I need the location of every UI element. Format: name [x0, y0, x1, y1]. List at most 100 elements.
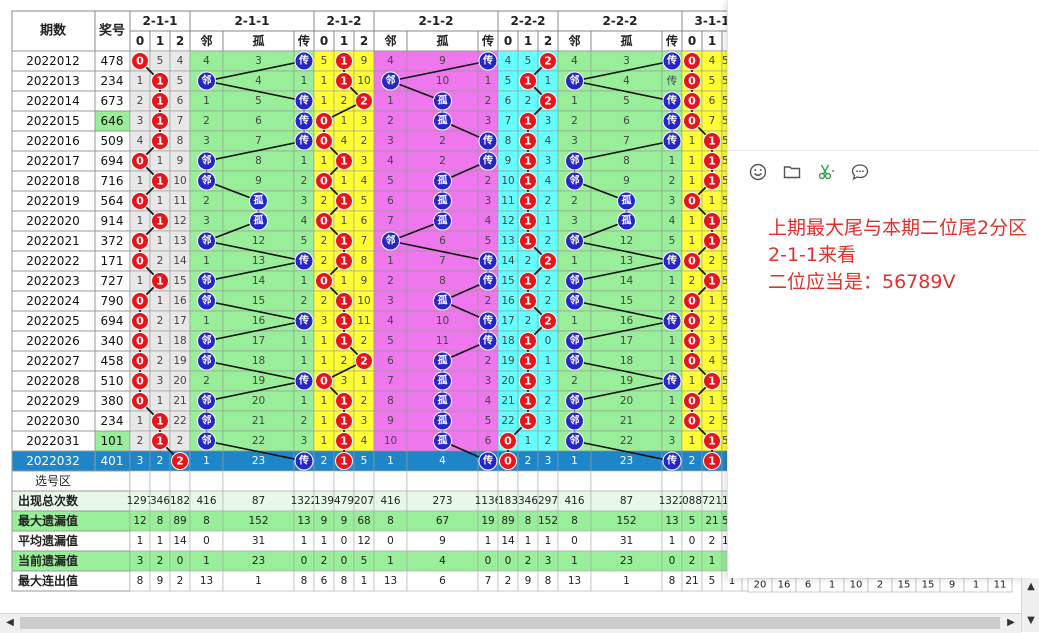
miss-value: 1	[545, 355, 552, 367]
stat-value: 87	[620, 495, 633, 507]
select-cell[interactable]	[333, 470, 355, 492]
select-cell[interactable]	[681, 470, 703, 492]
miss-value: 2	[709, 255, 716, 267]
miss-value: 3	[203, 215, 210, 227]
select-cell[interactable]	[497, 470, 519, 492]
red-ball-text: 0	[320, 115, 328, 128]
red-ball-text: 1	[524, 155, 532, 168]
select-cell[interactable]	[590, 470, 663, 492]
miss-value: 8	[505, 135, 512, 147]
miss-value: 1	[321, 75, 328, 87]
select-cell[interactable]	[129, 470, 151, 492]
miss-value: 1	[157, 235, 164, 247]
issue-header-text: 期数	[40, 23, 67, 39]
red-ball-text: 1	[156, 115, 164, 128]
miss-value: 7	[623, 135, 630, 147]
select-cell[interactable]	[222, 470, 295, 492]
prize-text: 458	[101, 354, 124, 368]
horizontal-scrollbar[interactable]: ◀ ▶	[0, 613, 1021, 633]
select-cell[interactable]	[293, 470, 315, 492]
select-cell[interactable]	[169, 470, 191, 492]
stat-value: 9	[439, 535, 446, 547]
select-cell[interactable]	[373, 470, 408, 492]
select-cell[interactable]	[313, 470, 335, 492]
miss-value: 1	[545, 215, 552, 227]
miss-value: 2	[361, 335, 368, 347]
red-ball-text: 1	[340, 315, 348, 328]
issue-text: 2022017	[26, 154, 79, 168]
comment-icon[interactable]	[850, 162, 870, 182]
red-ball-text: 0	[688, 395, 696, 408]
issue-text: 2022016	[26, 134, 79, 148]
miss-value: 15	[173, 275, 186, 287]
issue-text: 2022013	[26, 74, 79, 88]
prize-text: 510	[101, 374, 124, 388]
note-toolbar	[748, 162, 870, 182]
miss-value: 1	[525, 435, 532, 447]
prize-text: 509	[101, 134, 124, 148]
blue-ball-text: 传	[298, 254, 309, 267]
miss-value: 3	[361, 155, 368, 167]
blue-ball-text: 邻	[202, 434, 212, 447]
red-ball-text: 2	[544, 255, 552, 268]
miss-value: 9	[255, 175, 262, 187]
scroll-right-icon[interactable]: ▶	[1004, 616, 1018, 630]
select-cell[interactable]	[517, 470, 539, 492]
select-cell[interactable]	[537, 470, 559, 492]
prize-text: 694	[101, 154, 124, 168]
select-cell[interactable]	[661, 470, 683, 492]
select-cell[interactable]	[701, 470, 723, 492]
red-ball-text: 1	[708, 215, 716, 228]
miss-value: 5	[505, 75, 512, 87]
miss-value: 13	[501, 235, 514, 247]
stat-value: 21	[685, 575, 698, 587]
miss-value: 2	[177, 435, 184, 447]
red-ball-text: 1	[524, 195, 532, 208]
prize-text: 234	[101, 74, 124, 88]
miss-value: 8	[255, 155, 262, 167]
stat-value: 0	[177, 555, 184, 567]
scroll-left-icon[interactable]: ◀	[3, 616, 17, 630]
folder-icon[interactable]	[782, 162, 802, 182]
stat-value: 1	[623, 575, 630, 587]
stat-value: 9	[321, 515, 328, 527]
miss-value: 1	[157, 395, 164, 407]
miss-value: 1	[301, 155, 308, 167]
miss-value: 3	[571, 215, 578, 227]
stat-value: 273	[432, 495, 452, 507]
stat-value: 8	[341, 575, 348, 587]
scroll-thumb[interactable]	[20, 617, 1000, 629]
select-cell[interactable]	[149, 470, 171, 492]
select-cell[interactable]	[477, 470, 499, 492]
miss-value: 2	[387, 275, 394, 287]
stat-value: 9	[157, 575, 164, 587]
stat-value: 1	[485, 535, 492, 547]
stat-value: 67	[436, 515, 449, 527]
red-ball-text: 0	[136, 395, 144, 408]
miss-value: 1	[301, 75, 308, 87]
select-cell[interactable]	[189, 470, 224, 492]
stat-value: 8	[525, 515, 532, 527]
vertical-scrollbar[interactable]: ▲ ▼	[1021, 578, 1039, 632]
miss-value: 22	[252, 435, 265, 447]
select-cell[interactable]	[353, 470, 375, 492]
blue-ball-text: 孤	[438, 174, 448, 187]
select-cell[interactable]	[557, 470, 592, 492]
issue-text: 2022015	[26, 114, 79, 128]
red-ball-text: 1	[156, 215, 164, 228]
scroll-up-icon[interactable]: ▲	[1024, 580, 1038, 594]
miss-value: 5	[255, 95, 262, 107]
blue-ball-text: 传	[666, 134, 677, 147]
group-header-text: 2-2-2	[510, 14, 545, 28]
group-header-text: 2-1-1	[234, 14, 269, 28]
scroll-down-icon[interactable]: ▼	[1024, 614, 1038, 628]
select-cell[interactable]	[406, 470, 479, 492]
emoji-icon[interactable]	[748, 162, 768, 182]
stat-value: 2	[177, 575, 184, 587]
prize-text: 401	[101, 454, 124, 468]
red-ball-text: 0	[688, 415, 696, 428]
blue-ball-text: 传	[666, 374, 677, 387]
stat-value: 1	[361, 575, 368, 587]
scissors-icon[interactable]	[816, 162, 836, 182]
sub-header-text: 1	[340, 34, 348, 48]
